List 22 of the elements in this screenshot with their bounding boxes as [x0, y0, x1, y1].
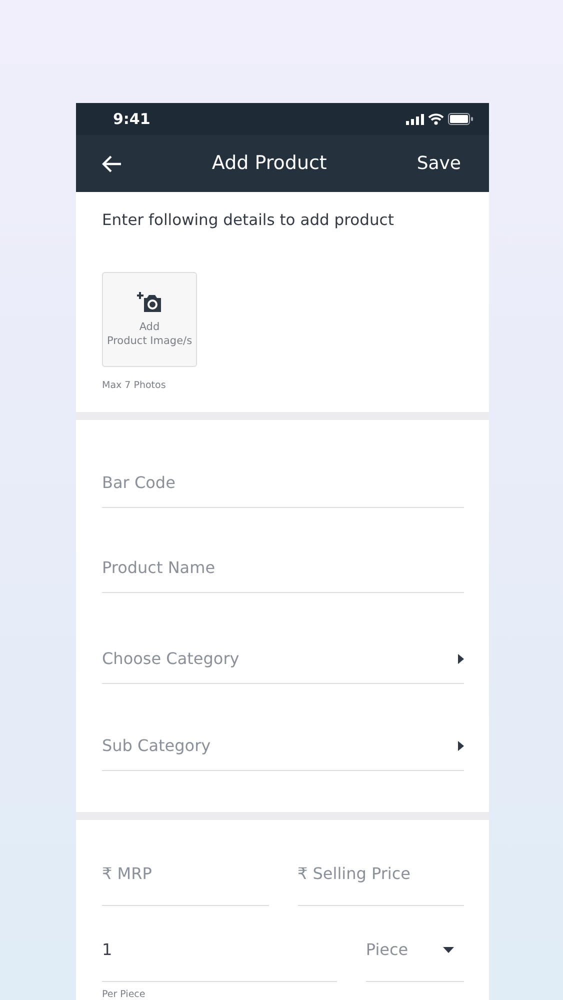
battery-icon [448, 113, 473, 125]
screen-title: Add Product [212, 151, 327, 176]
add-camera-icon [136, 291, 162, 314]
dropdown-caret-icon [443, 946, 454, 952]
status-time: 9:41 [113, 108, 150, 130]
picker-field[interactable]: Choose Category [102, 644, 464, 684]
picker-field[interactable]: Sub Category [102, 732, 464, 770]
caret-icon [458, 654, 464, 664]
add-image-button[interactable]: Add Product Image/s [102, 272, 197, 368]
photo-limit-note: Max 7 Photos [102, 379, 167, 394]
unit-dropdown[interactable]: Piece [366, 938, 464, 982]
quantity-field[interactable]: 1 [102, 938, 337, 962]
price-field[interactable]: ₹ MRP [102, 862, 268, 886]
signal-icon [406, 114, 424, 124]
wifi-icon [428, 113, 444, 125]
input-field[interactable]: Bar Code [102, 470, 464, 494]
price-field[interactable]: ₹ Selling Price [298, 862, 464, 886]
unit-hint: Per Piece [102, 988, 146, 1000]
caret-icon [458, 740, 464, 750]
input-field[interactable]: Product Name [102, 556, 464, 580]
intro-text: Enter following details to add product [102, 210, 395, 231]
save-button[interactable]: Save [416, 150, 461, 177]
